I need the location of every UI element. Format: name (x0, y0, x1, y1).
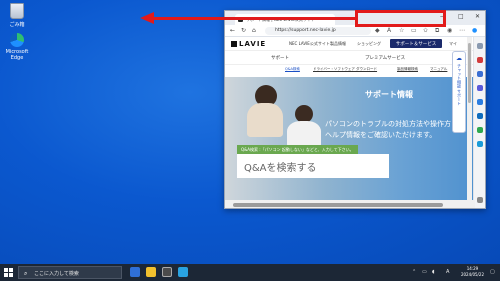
support-menu: Q&A検索 ドライバー・ソフトウェア ダウンロード 製品情報検索 マニュアル (225, 65, 475, 75)
menu-driver-download[interactable]: ドライバー・ソフトウェア ダウンロード (313, 67, 377, 72)
hero-person-body-2 (287, 121, 321, 147)
subnav-support[interactable]: サポート (271, 55, 289, 61)
annotation-arrow (152, 17, 357, 20)
home-icon[interactable]: ⌂ (252, 27, 256, 34)
more-icon[interactable]: ⋯ (459, 27, 465, 34)
web-page: LAVIE NEC LAVIE公式サイト 製品情報 ショッピング サポート＆サー… (225, 37, 475, 200)
taskbar-search-box[interactable]: ⌕ ここに入力して検索 (18, 266, 122, 279)
annotation-highlight-box (355, 10, 446, 27)
read-aloud-icon[interactable]: A (387, 27, 391, 34)
store-icon[interactable] (162, 267, 172, 277)
search-icon: ⌕ (24, 270, 28, 277)
header-link-official[interactable]: NEC LAVIE公式サイト (289, 41, 330, 47)
chevron-up-icon[interactable]: ⌃ (412, 269, 416, 275)
menu-qa-search[interactable]: Q&A検索 (285, 67, 300, 72)
profile-icon[interactable]: ◉ (447, 27, 452, 34)
edge-icon (10, 33, 24, 47)
edge-desktop-icon[interactable]: Microsoft Edge (0, 33, 34, 61)
lavie-logo[interactable]: LAVIE (231, 40, 266, 48)
support-service-button[interactable]: サポート＆サービス (390, 39, 442, 48)
ime-indicator[interactable]: A (446, 269, 449, 275)
hero-person-body (247, 103, 283, 137)
url-text: https://support.nec-lavie.jp (275, 28, 336, 33)
favorite-icon[interactable]: ☆ (399, 27, 404, 34)
outlook-icon[interactable] (477, 113, 483, 119)
site-header: LAVIE NEC LAVIE公式サイト 製品情報 ショッピング サポート＆サー… (225, 37, 475, 51)
mail-icon[interactable] (178, 267, 188, 277)
hero-banner: サポート情報 パソコンのトラブルの対処方法や操作方 ヘルプ情報をご確認いただけま… (225, 77, 475, 200)
address-bar[interactable]: https://support.nec-lavie.jp (265, 27, 371, 35)
tools-icon[interactable] (477, 71, 483, 77)
network-icon[interactable]: ▭ (422, 269, 427, 275)
header-link-products[interactable]: 製品情報 (330, 41, 346, 47)
header-link-my[interactable]: マイ (449, 41, 457, 47)
office-icon[interactable] (477, 99, 483, 105)
clock-date: 2024/05/22 (460, 272, 484, 277)
menu-product-search[interactable]: 製品情報検索 (397, 67, 418, 72)
settings-icon[interactable] (477, 197, 483, 203)
split-screen-icon[interactable]: ▭ (411, 27, 417, 34)
designer-icon[interactable] (477, 141, 483, 147)
menu-manual[interactable]: マニュアル (430, 67, 447, 72)
qa-search-hint: Q&A検索 :「パソコン 起動しない」などと、入力して下さい。 (237, 145, 358, 154)
qa-search-input[interactable]: Q&Aを検索する (237, 154, 389, 178)
back-icon[interactable]: ← (230, 27, 235, 34)
collections-icon[interactable]: ⧉ (435, 27, 439, 35)
games-icon[interactable] (477, 85, 483, 91)
favorites-list-icon[interactable]: ✩ (423, 27, 428, 34)
taskbar-clock[interactable]: 14:29 2024/05/22 (461, 266, 484, 278)
notification-icon[interactable]: ▢ (490, 269, 495, 275)
search-icon[interactable] (477, 43, 483, 49)
header-link-shopping[interactable]: ショッピング (357, 41, 381, 47)
recycle-bin-label: ごみ箱 (9, 22, 25, 28)
subnav-premium[interactable]: プレミアムサービス (365, 55, 405, 61)
hero-title: サポート情報 (365, 90, 413, 99)
horizontal-scrollbar[interactable] (225, 200, 475, 208)
volume-icon[interactable]: ◖ (432, 269, 435, 275)
taskbar: ⌕ ここに入力して検索 ⌃ ▭ ◖ A 14:29 2024/05/22 ▢ (0, 264, 500, 281)
edge-sidebar (473, 37, 485, 208)
edge-taskbar-icon[interactable] (130, 267, 140, 277)
windows-start-icon[interactable] (4, 268, 13, 277)
refresh-icon[interactable]: ↻ (241, 27, 246, 34)
annotation-arrowhead (140, 12, 154, 24)
close-icon[interactable]: ✕ (475, 13, 480, 20)
recycle-bin-icon[interactable]: ごみ箱 (0, 3, 34, 28)
drop-icon[interactable] (477, 127, 483, 133)
edge-label: Microsoft Edge (5, 49, 29, 61)
browser-window: サポート情報 | NEC LAVIE公式サイト — □ ✕ ← ↻ ⌂ http… (224, 10, 486, 209)
taskbar-search-placeholder: ここに入力して検索 (34, 271, 79, 277)
trash-icon (10, 3, 24, 19)
file-explorer-icon[interactable] (146, 267, 156, 277)
maximize-icon[interactable]: □ (458, 13, 464, 20)
vertical-scrollbar[interactable] (467, 37, 472, 200)
extension-icon[interactable]: ◆ (375, 27, 380, 34)
shopping-icon[interactable] (477, 57, 483, 63)
chat-support-label: チャット相談 サポート (457, 64, 462, 106)
hero-text: パソコンのトラブルの対処方法や操作方 ヘルプ情報をご確認いただけます。 (325, 120, 451, 139)
chat-support-panel[interactable]: ☁ チャット相談 サポート (452, 51, 466, 133)
sub-navigation: サポート プレミアムサービス (225, 51, 475, 65)
chat-icon: ☁ (456, 55, 462, 62)
copilot-icon[interactable]: ● (472, 27, 477, 34)
